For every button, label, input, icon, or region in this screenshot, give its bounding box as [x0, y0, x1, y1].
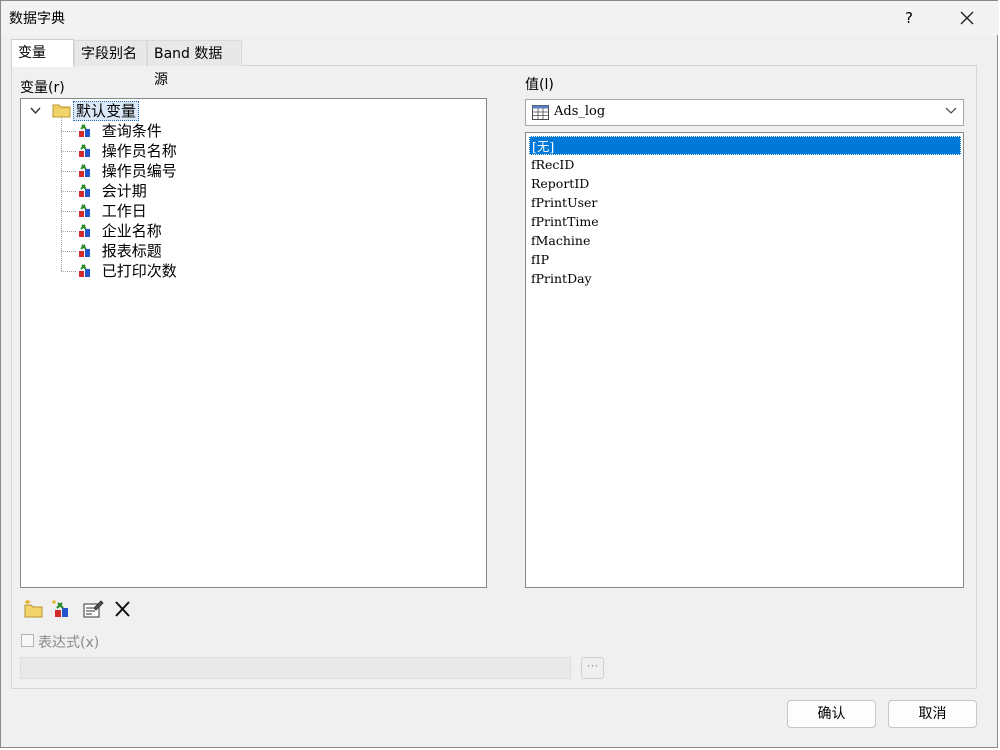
- variable-icon: [79, 144, 90, 157]
- new-variable-button[interactable]: [51, 598, 73, 620]
- expression-label: 表达式(x): [38, 635, 100, 651]
- variables-label: 变量(r): [20, 80, 65, 96]
- tree-item-label: 操作员编号: [101, 162, 177, 180]
- tree-item-label: 查询条件: [101, 122, 162, 140]
- field-item[interactable]: fPrintDay: [529, 269, 961, 288]
- field-item[interactable]: fRecID: [529, 155, 961, 174]
- window-title: 数据字典: [9, 11, 65, 27]
- variable-icon: [79, 184, 90, 197]
- datasource-combobox[interactable]: Ads_log: [525, 99, 964, 126]
- delete-button[interactable]: [112, 598, 134, 620]
- tree-connector: [61, 271, 76, 272]
- tree-root-node[interactable]: 默认变量: [73, 101, 140, 121]
- variable-icon: [79, 204, 90, 217]
- tree-item-label: 操作员名称: [101, 142, 177, 160]
- tree-item[interactable]: 操作员编号: [77, 161, 177, 181]
- variable-icon: [79, 244, 90, 257]
- tree-connector: [61, 251, 76, 252]
- folder-icon: [52, 104, 71, 118]
- title-bar: 数据字典 ?: [1, 1, 999, 35]
- ok-button[interactable]: 确认: [787, 700, 876, 728]
- help-button[interactable]: ?: [891, 1, 927, 35]
- field-item[interactable]: fIP: [529, 250, 961, 269]
- tree-connector: [61, 171, 76, 172]
- tree-root-label: 默认变量: [73, 101, 140, 121]
- value-label: 值(l): [525, 77, 554, 93]
- variables-tree[interactable]: 默认变量 查询条件 操作员名称 操作员编号 会计期 工作日 企业名称 报表标题 …: [20, 98, 487, 588]
- expression-checkbox[interactable]: [21, 634, 34, 647]
- variable-icon: [79, 224, 90, 237]
- cancel-button[interactable]: 取消: [888, 700, 977, 728]
- tree-connector: [61, 231, 76, 232]
- table-icon: [532, 105, 549, 120]
- tree-item[interactable]: 工作日: [77, 201, 147, 221]
- data-dictionary-dialog: 数据字典 ? 变量 字段别名 Band 数据源 变量(r) 默认变量 查询条件: [0, 0, 999, 748]
- edit-icon: [83, 600, 104, 618]
- chevron-down-icon[interactable]: [945, 107, 957, 115]
- tree-connector: [61, 131, 76, 132]
- variable-icon: [79, 124, 90, 137]
- variable-icon: [79, 264, 90, 277]
- new-variable-icon: [51, 599, 68, 617]
- tree-item[interactable]: 操作员名称: [77, 141, 177, 161]
- tree-connector: [61, 151, 76, 152]
- tree-connector: [61, 118, 62, 271]
- tab-variables[interactable]: 变量: [11, 39, 74, 67]
- tree-item-label: 工作日: [101, 202, 147, 220]
- field-item[interactable]: fPrintUser: [529, 193, 961, 212]
- tree-item[interactable]: 会计期: [77, 181, 147, 201]
- chevron-down-icon[interactable]: [30, 107, 41, 115]
- tab-band-datasource[interactable]: Band 数据源: [147, 40, 242, 88]
- field-item[interactable]: fPrintTime: [529, 212, 961, 231]
- tree-item[interactable]: 报表标题: [77, 241, 162, 261]
- tree-item-label: 报表标题: [101, 242, 162, 260]
- tree-item[interactable]: 企业名称: [77, 221, 162, 241]
- field-list[interactable]: [无] fRecID ReportID fPrintUser fPrintTim…: [525, 132, 964, 588]
- edit-button[interactable]: [82, 598, 104, 620]
- tree-item[interactable]: 已打印次数: [77, 261, 177, 281]
- datasource-value: Ads_log: [554, 104, 606, 119]
- delete-icon: [115, 601, 130, 617]
- expression-input[interactable]: [20, 657, 571, 679]
- close-button[interactable]: [947, 1, 987, 35]
- tree-item-label: 已打印次数: [101, 262, 177, 280]
- tree-connector: [61, 191, 76, 192]
- tree-item-label: 企业名称: [101, 222, 162, 240]
- tab-field-alias[interactable]: 字段别名: [74, 40, 147, 66]
- variable-icon: [79, 164, 90, 177]
- tree-item[interactable]: 查询条件: [77, 121, 162, 141]
- expression-browse-button[interactable]: ···: [581, 657, 604, 679]
- tree-item-label: 会计期: [101, 182, 147, 200]
- field-item-none[interactable]: [无]: [529, 136, 961, 155]
- new-category-button[interactable]: [23, 598, 45, 620]
- new-folder-icon: [24, 599, 43, 618]
- close-icon: [960, 11, 974, 25]
- tree-connector: [61, 211, 76, 212]
- field-item[interactable]: ReportID: [529, 174, 961, 193]
- field-item[interactable]: fMachine: [529, 231, 961, 250]
